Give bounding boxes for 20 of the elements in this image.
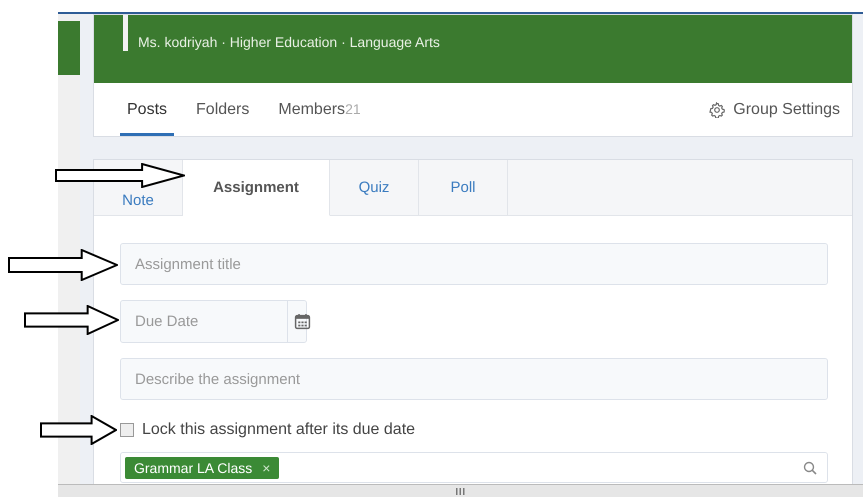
title-field[interactable]: Assignment title <box>120 243 828 285</box>
lock-checkbox[interactable] <box>120 423 134 437</box>
group-settings-link[interactable]: Group Settings <box>733 83 840 136</box>
post-type-tab[interactable]: Poll <box>419 160 508 216</box>
settings-icon[interactable] <box>709 102 726 118</box>
class-name: Grammar LA Class <box>134 460 252 476</box>
group-subtitle: Ms. kodriyah · Higher Education · Language Arts <box>138 34 440 50</box>
horizontal-scrollbar[interactable] <box>58 484 863 497</box>
nav-tab[interactable]: Folders <box>189 83 256 136</box>
search-icon[interactable] <box>803 460 817 474</box>
header-bar <box>123 15 128 51</box>
post-type-tab[interactable]: Quiz <box>330 160 419 216</box>
calendar-icon <box>294 313 311 330</box>
scroll-grip-icon[interactable] <box>456 488 465 494</box>
description-field[interactable]: Describe the assignment <box>120 358 828 400</box>
nav-tab[interactable]: Members21 <box>271 83 368 136</box>
side-panel <box>58 21 80 75</box>
lock-label: Lock this assignment after its due date <box>142 421 416 439</box>
nav-tab[interactable]: Posts <box>120 83 174 136</box>
recipients-field[interactable]: Grammar LA Class × <box>120 452 828 483</box>
